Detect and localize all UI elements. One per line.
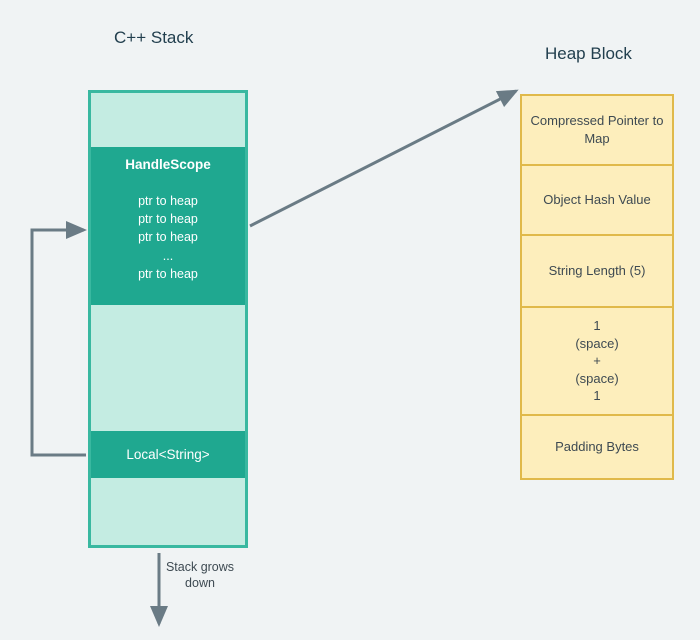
handlescope-ptr: ptr to heap [138,210,198,228]
arrow-ptr-to-heap [250,91,516,226]
heap-cell-content: 1 (space) + (space) 1 [522,308,672,416]
handlescope-frame: HandleScope ptr to heap ptr to heap ptr … [91,147,245,305]
handlescope-ptr: ptr to heap [138,228,198,246]
handlescope-ptr: ptr to heap [138,265,198,283]
handlescope-ptr-list: ptr to heap ptr to heap ptr to heap ... … [138,184,198,295]
arrow-local-to-handlescope [32,230,86,455]
heap-cell-map-ptr: Compressed Pointer to Map [522,96,672,166]
heap-cell-length: String Length (5) [522,236,672,308]
handlescope-ptr-ellipsis: ... [138,247,198,265]
heap-cell-hash: Object Hash Value [522,166,672,236]
stack-grows-label: Stack grows down [155,559,245,592]
heap-cell-padding: Padding Bytes [522,416,672,478]
stack-title: C++ Stack [114,28,193,48]
handlescope-ptr: ptr to heap [138,192,198,210]
stack-spacer-top [91,93,245,147]
local-string-frame: Local<String> [91,431,245,478]
stack-column: HandleScope ptr to heap ptr to heap ptr … [88,90,248,548]
heap-title: Heap Block [545,44,632,64]
stack-spacer-mid [91,305,245,431]
heap-block: Compressed Pointer to Map Object Hash Va… [520,94,674,480]
handlescope-title: HandleScope [125,157,211,172]
